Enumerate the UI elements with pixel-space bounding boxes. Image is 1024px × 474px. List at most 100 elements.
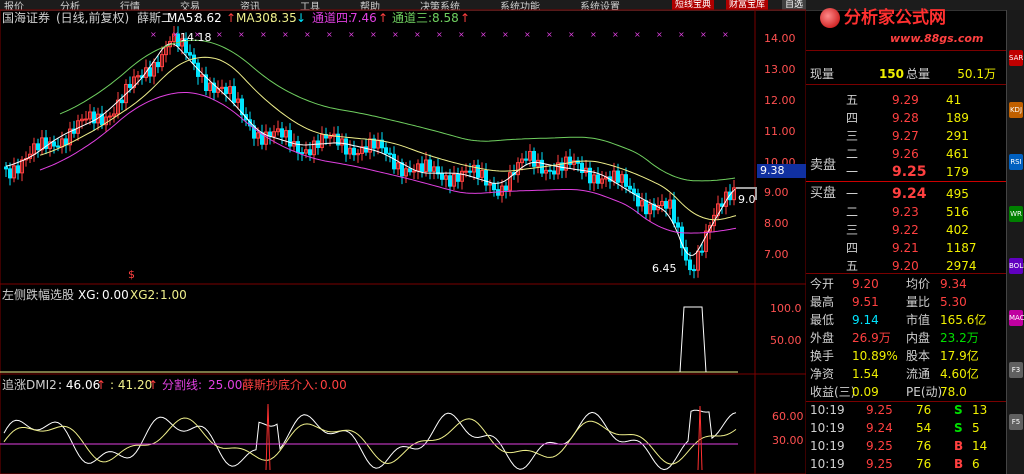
entry-label: 薛斯抄底介入: xyxy=(242,378,319,392)
buy-volume: 516 xyxy=(946,205,969,219)
tick-time: 10:19 xyxy=(810,421,845,435)
stat-label: 换手 xyxy=(810,349,835,363)
low-price-label: 6.45 xyxy=(652,262,677,275)
tick-time: 10:19 xyxy=(810,439,845,453)
indicator-button-boll[interactable]: BOLL xyxy=(1009,258,1024,274)
y-tick: 13.00 xyxy=(764,63,796,76)
dmi-line-1 xyxy=(3,409,737,471)
signal-x-marker: × xyxy=(678,30,685,39)
dmi-value-2: : 41.20 xyxy=(110,378,153,392)
buy-price: 9.23 xyxy=(892,205,919,219)
candle-body xyxy=(448,175,452,187)
candle-body xyxy=(672,199,676,224)
candle-body xyxy=(344,138,348,155)
buy-level-label: 五 xyxy=(846,259,859,273)
sell-volume: 291 xyxy=(946,129,969,143)
sell-price: 9.28 xyxy=(892,111,919,125)
stat-label: 股本 xyxy=(906,349,931,363)
candle-body xyxy=(628,185,632,190)
candle-body xyxy=(56,145,60,148)
signal-x-marker: × xyxy=(282,30,289,39)
channel3-value: 8.58 xyxy=(432,11,459,25)
stat-value: 0.09 xyxy=(852,385,879,399)
indicator-button-f3[interactable]: F3 xyxy=(1009,362,1023,378)
sell-level-label: 五 xyxy=(846,93,859,107)
tick-side: B xyxy=(954,457,964,471)
y-tick: 7.00 xyxy=(764,248,789,261)
candle-body xyxy=(384,147,388,154)
candle-body xyxy=(308,149,312,156)
signal-x-marker: × xyxy=(634,30,641,39)
indicator-button-kdj[interactable]: KDJ xyxy=(1009,102,1023,118)
tick-volume: 76 xyxy=(916,403,932,417)
stat-label: 最高 xyxy=(810,295,835,309)
total-volume-label: 总量 xyxy=(906,67,931,81)
panel2-title[interactable]: 左侧跌幅选股 xyxy=(2,288,74,302)
y-tick: 14.00 xyxy=(764,32,796,45)
signal-x-marker: × xyxy=(524,30,531,39)
candle-body xyxy=(296,141,300,154)
candle-body xyxy=(664,200,668,209)
stat-label: 量比 xyxy=(906,295,931,309)
stat-value: 10.89% xyxy=(852,349,898,363)
tick-time: 10:19 xyxy=(810,457,845,471)
stat-value: 17.9亿 xyxy=(940,349,979,363)
buy-price: 9.24 xyxy=(892,186,927,202)
indicator-button-sar[interactable]: SAR xyxy=(1009,50,1023,66)
signal-x-marker: × xyxy=(436,30,443,39)
sell-volume: 41 xyxy=(946,93,962,107)
indicator-button-macd[interactable]: MACD xyxy=(1009,310,1024,326)
xg-spike xyxy=(679,306,707,373)
buy-price: 9.21 xyxy=(892,241,919,255)
candle-body xyxy=(36,143,40,151)
stat-value: 78.0 xyxy=(940,385,967,399)
candle-body xyxy=(676,222,680,228)
signal-x-marker: × xyxy=(216,30,223,39)
indicator-button-rsi[interactable]: RSI xyxy=(1009,154,1023,170)
ma30-value: 8.35 xyxy=(270,11,297,25)
stat-label: 收益(三) xyxy=(810,385,856,399)
candle-body xyxy=(616,170,620,183)
tick-side: S xyxy=(954,403,963,417)
signal-x-marker: × xyxy=(260,30,267,39)
tick-volume: 76 xyxy=(916,457,932,471)
candle-body xyxy=(588,167,592,184)
sell-title: 卖盘 xyxy=(810,158,837,173)
total-volume-value: 50.1万 xyxy=(957,67,996,81)
dmi-up-arrow-2: ↑ xyxy=(148,378,159,392)
candle-body xyxy=(580,162,584,174)
candle-body xyxy=(392,153,396,170)
candle-body xyxy=(64,138,68,146)
candle-body xyxy=(352,147,356,156)
candle-body xyxy=(4,166,8,170)
candle-body xyxy=(408,168,412,173)
chart-period: (日线,前复权) xyxy=(56,11,130,25)
y-tick: 9.00 xyxy=(764,186,789,199)
current-price-box: 9.38 xyxy=(757,164,806,178)
channel4-up-arrow: ↑ xyxy=(378,11,389,25)
candle-body xyxy=(280,128,284,138)
xg-label: XG: xyxy=(78,288,100,302)
channel4-line xyxy=(39,92,737,234)
sell-volume: 179 xyxy=(946,165,969,179)
signal-x-marker: × xyxy=(392,30,399,39)
ma5-up-arrow: ↑ xyxy=(226,11,237,25)
channel3-up-arrow: ↑ xyxy=(460,11,471,25)
ma5-label: MA5: xyxy=(167,11,198,25)
panel3-y-tick: 30.00 xyxy=(772,434,804,447)
candle-body xyxy=(84,118,88,121)
indicator-button-f5[interactable]: F5 xyxy=(1009,414,1023,430)
indicator-sidebar: SAR KDJ RSI WR BOLL MACD F3 F5 xyxy=(1006,10,1024,474)
candle-body xyxy=(692,269,696,272)
kline-chart[interactable]: × × × × × × × × × × × × × × × × × × × × × × × × × × × xyxy=(0,0,806,474)
tick-volume: 54 xyxy=(916,421,932,435)
candle-body xyxy=(464,170,468,173)
signal-marker: $ xyxy=(128,268,135,281)
signal-x-marker: × xyxy=(612,30,619,39)
indicator-button-wr[interactable]: WR xyxy=(1009,206,1023,222)
panel3-title[interactable]: 追涨DMI2 xyxy=(2,378,57,392)
candle-body xyxy=(16,165,20,174)
ma30-down-arrow: ↓ xyxy=(296,11,307,25)
channel4-label: 通道四: xyxy=(312,11,353,25)
entry-spike xyxy=(697,405,703,471)
